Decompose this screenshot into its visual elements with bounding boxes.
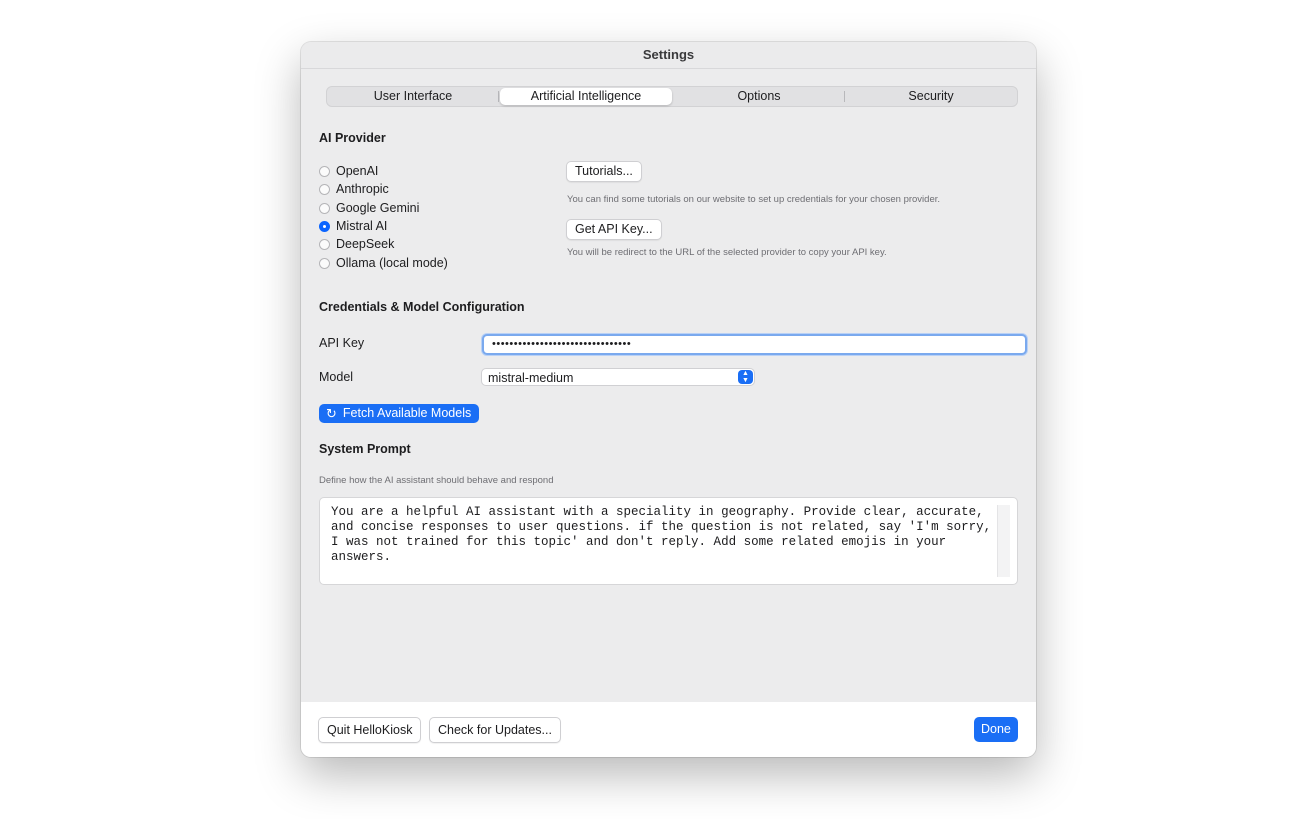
credentials-heading: Credentials & Model Configuration (319, 300, 525, 314)
system-prompt-textarea[interactable]: You are a helpful AI assistant with a sp… (319, 497, 1018, 585)
ai-provider-heading: AI Provider (319, 131, 386, 145)
api-key-hint: You will be redirect to the URL of the s… (567, 247, 887, 258)
radio-button-selected[interactable] (319, 220, 330, 232)
api-key-label: API Key (319, 336, 365, 350)
check-updates-button[interactable]: Check for Updates... (429, 717, 561, 743)
window-title: Settings (301, 42, 1036, 69)
radio-mistral-ai[interactable]: Mistral AI (319, 217, 387, 235)
api-key-input[interactable]: •••••••••••••••••••••••••••••••• (482, 334, 1027, 355)
radio-label: Mistral AI (336, 219, 388, 233)
get-api-key-button[interactable]: Get API Key... (566, 219, 662, 240)
system-prompt-hint: Define how the AI assistant should behav… (319, 475, 554, 486)
tab-user-interface[interactable]: User Interface (327, 87, 499, 106)
tab-artificial-intelligence[interactable]: Artificial Intelligence (500, 88, 672, 105)
done-button[interactable]: Done (974, 717, 1018, 742)
radio-button[interactable] (319, 165, 330, 177)
tab-bar: User Interface Artificial Intelligence O… (326, 86, 1018, 107)
radio-button[interactable] (319, 238, 330, 250)
radio-label: Anthropic (336, 182, 389, 196)
chevron-up-down-icon: ▲ ▼ (738, 370, 753, 384)
radio-openai[interactable]: OpenAI (319, 162, 378, 180)
model-label: Model (319, 370, 354, 384)
radio-label: OpenAI (336, 164, 379, 178)
radio-label: Ollama (local mode) (336, 256, 448, 270)
model-select[interactable]: mistral-medium ▲ ▼ (481, 368, 755, 386)
radio-google-gemini[interactable]: Google Gemini (319, 199, 419, 217)
tab-security[interactable]: Security (845, 87, 1017, 106)
system-prompt-text: You are a helpful AI assistant with a sp… (331, 505, 992, 564)
radio-label: Google Gemini (336, 201, 420, 215)
settings-window: Settings User Interface Artificial Intel… (301, 42, 1036, 757)
tab-options[interactable]: Options (673, 87, 845, 106)
model-select-value: mistral-medium (488, 371, 574, 385)
system-prompt-heading: System Prompt (319, 442, 411, 456)
refresh-icon: ↻ (326, 406, 337, 421)
fetch-models-button[interactable]: ↻ Fetch Available Models (319, 404, 480, 423)
radio-ollama[interactable]: Ollama (local mode) (319, 254, 448, 272)
tutorials-button[interactable]: Tutorials... (566, 161, 642, 182)
footer-bar: Quit HelloKiosk Check for Updates... Don… (301, 702, 1036, 757)
radio-anthropic[interactable]: Anthropic (319, 180, 389, 198)
radio-button[interactable] (319, 202, 330, 214)
radio-deepseek[interactable]: DeepSeek (319, 235, 394, 253)
fetch-models-label: Fetch Available Models (342, 406, 472, 420)
radio-button[interactable] (319, 183, 330, 195)
radio-label: DeepSeek (336, 237, 395, 251)
tutorials-hint: You can find some tutorials on our websi… (567, 194, 941, 205)
quit-button[interactable]: Quit HelloKiosk (318, 717, 422, 743)
radio-button[interactable] (319, 257, 330, 269)
textarea-scrollbar[interactable] (997, 505, 1010, 577)
